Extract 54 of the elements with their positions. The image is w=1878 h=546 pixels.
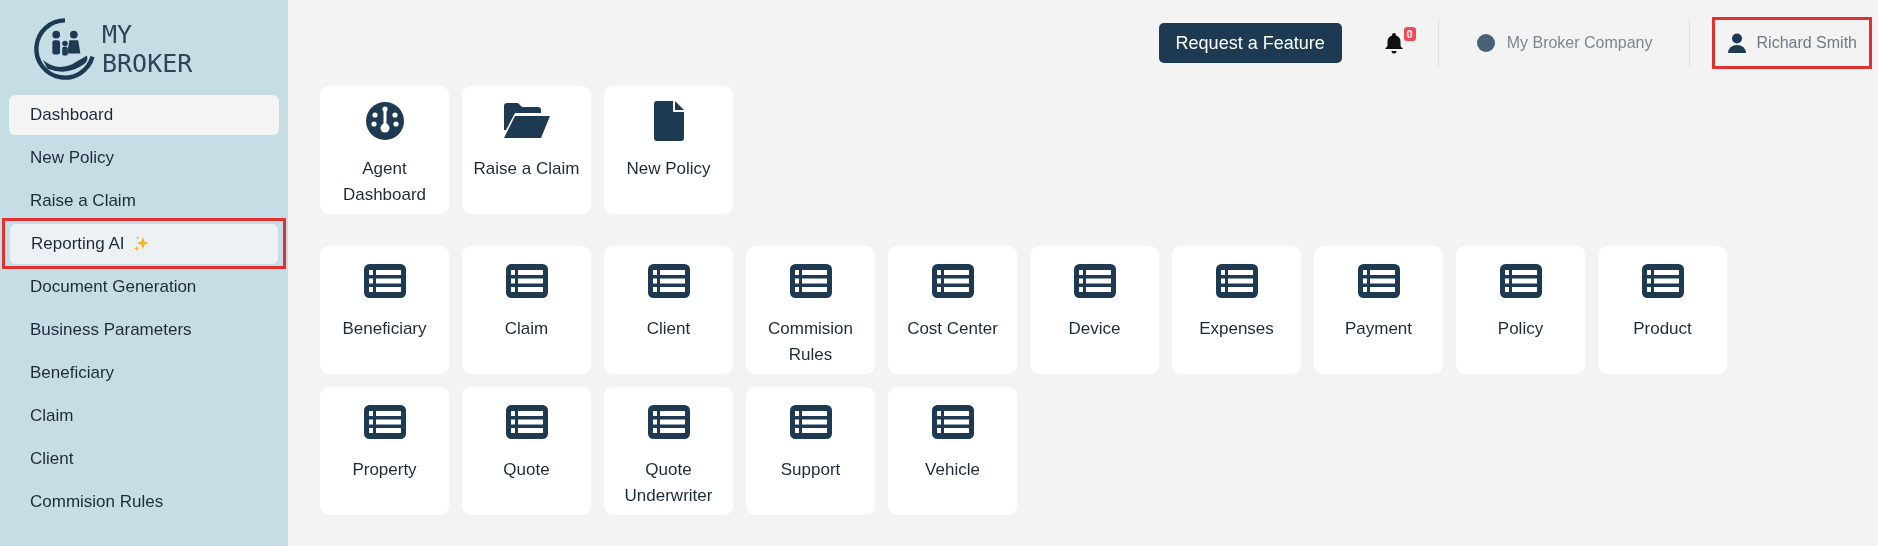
module-tile[interactable]: Vehicle <box>888 387 1017 515</box>
sidebar-item[interactable]: Client <box>9 438 279 479</box>
list-icon <box>505 405 548 439</box>
list-icon <box>363 264 406 298</box>
list-icon <box>789 264 832 298</box>
gauge-icon <box>364 101 405 141</box>
family-logo-icon <box>32 16 98 82</box>
list-icon <box>1499 264 1542 298</box>
sidebar-item[interactable]: New Policy <box>9 137 279 178</box>
sidebar-item[interactable]: Raise a Claim <box>9 180 279 221</box>
file-icon <box>653 101 684 141</box>
sidebar-item[interactable]: Reporting AI <box>10 223 278 264</box>
module-tile[interactable]: Payment <box>1314 246 1443 374</box>
sparkles-icon <box>132 234 151 253</box>
module-tile[interactable]: Policy <box>1456 246 1585 374</box>
module-tile[interactable]: Commision Rules <box>746 246 875 374</box>
module-tile[interactable]: Claim <box>462 246 591 374</box>
list-icon <box>1215 264 1258 298</box>
list-icon <box>647 264 690 298</box>
module-tile[interactable]: New Policy <box>604 86 733 214</box>
user-menu[interactable]: Richard Smith <box>1711 17 1872 69</box>
list-icon <box>1073 264 1116 298</box>
list-icon <box>789 405 832 439</box>
module-tile[interactable]: Quote <box>462 387 591 515</box>
sidebar-item[interactable]: Commision Rules <box>9 481 279 522</box>
sidebar-item[interactable]: Beneficiary <box>9 352 279 393</box>
list-icon <box>647 405 690 439</box>
module-tile[interactable]: Quote Underwriter <box>604 387 733 515</box>
module-tile[interactable]: Property <box>320 387 449 515</box>
list-icon <box>363 405 406 439</box>
list-icon <box>931 264 974 298</box>
folder-icon <box>503 102 550 140</box>
bell-icon <box>1383 32 1404 54</box>
module-tile[interactable]: Agent Dashboard <box>320 86 449 214</box>
module-tile[interactable]: Product <box>1598 246 1727 374</box>
module-tile[interactable]: Support <box>746 387 875 515</box>
list-icon <box>1357 264 1400 298</box>
request-feature-button[interactable]: Request a Feature <box>1158 23 1342 63</box>
notification-count: 0 <box>1403 27 1416 41</box>
sidebar-item[interactable]: Dashboard <box>9 94 279 135</box>
module-tile[interactable]: Beneficiary <box>320 246 449 374</box>
list-icon <box>1641 264 1684 298</box>
sidebar-item[interactable]: Document Generation <box>9 266 279 307</box>
module-tile[interactable]: Cost Center <box>888 246 1017 374</box>
module-tile[interactable]: Raise a Claim <box>462 86 591 214</box>
module-tile[interactable]: Client <box>604 246 733 374</box>
sidebar-item[interactable]: Claim <box>9 395 279 436</box>
module-tile[interactable]: Device <box>1030 246 1159 374</box>
user-icon <box>1726 33 1747 53</box>
list-icon <box>505 264 548 298</box>
sidebar-item[interactable]: Business Parameters <box>9 309 279 350</box>
list-icon <box>931 405 974 439</box>
module-tile[interactable]: Expenses <box>1172 246 1301 374</box>
logo-text: MY BROKER <box>102 20 193 78</box>
